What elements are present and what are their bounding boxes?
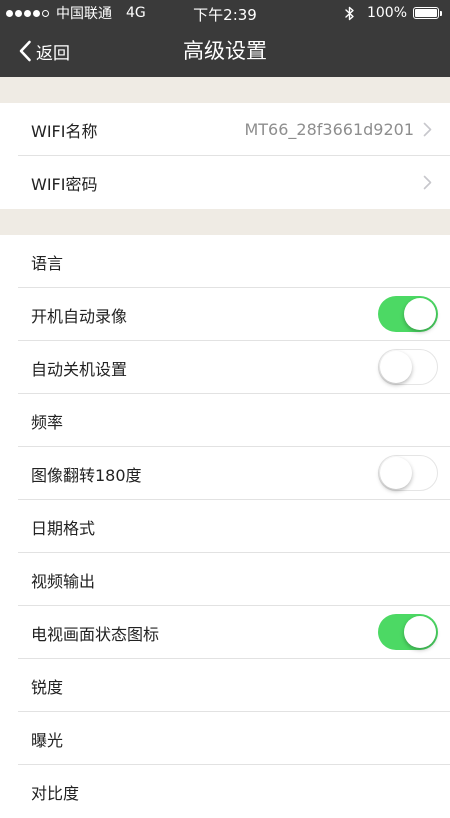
- status-bar: 中国联通 4G 下午2:39 100%: [0, 0, 450, 26]
- setting-language-label: 语言: [31, 253, 64, 273]
- battery-fill: [415, 9, 437, 17]
- wifi-name-row[interactable]: WIFI名称 MT66_28f3661d9201: [0, 103, 450, 156]
- setting-frequency-label: 频率: [31, 412, 64, 432]
- setting-sharpness-label: 锐度: [31, 677, 64, 697]
- setting-exposure-label: 曝光: [31, 730, 64, 750]
- battery-icon: [413, 7, 442, 19]
- setting-video-output-label: 视频输出: [31, 571, 96, 591]
- section-divider: [0, 77, 450, 103]
- setting-sharpness-row[interactable]: 锐度: [0, 659, 450, 712]
- setting-date-format-label: 日期格式: [31, 518, 96, 538]
- wifi-password-row[interactable]: WIFI密码: [0, 156, 450, 209]
- auto-record-toggle[interactable]: [378, 296, 438, 332]
- battery-body: [413, 7, 439, 19]
- app-header: 中国联通 4G 下午2:39 100% 返回 高级设置: [0, 0, 450, 77]
- wifi-password-label: WIFI密码: [31, 174, 98, 194]
- toggle-knob: [404, 616, 436, 648]
- bluetooth-icon: [345, 6, 355, 21]
- wifi-name-value: MT66_28f3661d9201: [244, 120, 414, 139]
- setting-frequency-row[interactable]: 频率: [0, 394, 450, 447]
- image-flip-toggle[interactable]: [378, 455, 438, 491]
- battery-percent: 100%: [366, 5, 407, 21]
- auto-shutdown-toggle[interactable]: [378, 349, 438, 385]
- section-divider: [0, 209, 450, 235]
- chevron-right-icon: [423, 122, 432, 137]
- setting-exposure-row[interactable]: 曝光: [0, 712, 450, 765]
- osd-icon-toggle[interactable]: [378, 614, 438, 650]
- setting-language-row[interactable]: 语言: [0, 235, 450, 288]
- setting-auto-shutdown-row: 自动关机设置: [0, 341, 450, 394]
- chevron-right-icon: [423, 175, 432, 190]
- setting-osd-icon-row: 电视画面状态图标: [0, 606, 450, 659]
- toggle-knob: [380, 457, 412, 489]
- toggle-knob: [380, 351, 412, 383]
- setting-contrast-row[interactable]: 对比度: [0, 765, 450, 818]
- setting-osd-icon-label: 电视画面状态图标: [31, 624, 160, 644]
- wifi-name-label: WIFI名称: [31, 121, 98, 141]
- setting-date-format-row[interactable]: 日期格式: [0, 500, 450, 553]
- setting-image-flip-label: 图像翻转180度: [31, 465, 142, 485]
- setting-image-flip-row: 图像翻转180度: [0, 447, 450, 500]
- setting-video-output-row[interactable]: 视频输出: [0, 553, 450, 606]
- setting-auto-shutdown-label: 自动关机设置: [31, 359, 128, 379]
- status-right: 100%: [345, 4, 442, 22]
- page-title: 高级设置: [183, 39, 267, 63]
- setting-auto-record-row: 开机自动录像: [0, 288, 450, 341]
- toggle-knob: [404, 298, 436, 330]
- setting-auto-record-label: 开机自动录像: [31, 306, 128, 326]
- battery-tip: [440, 10, 442, 16]
